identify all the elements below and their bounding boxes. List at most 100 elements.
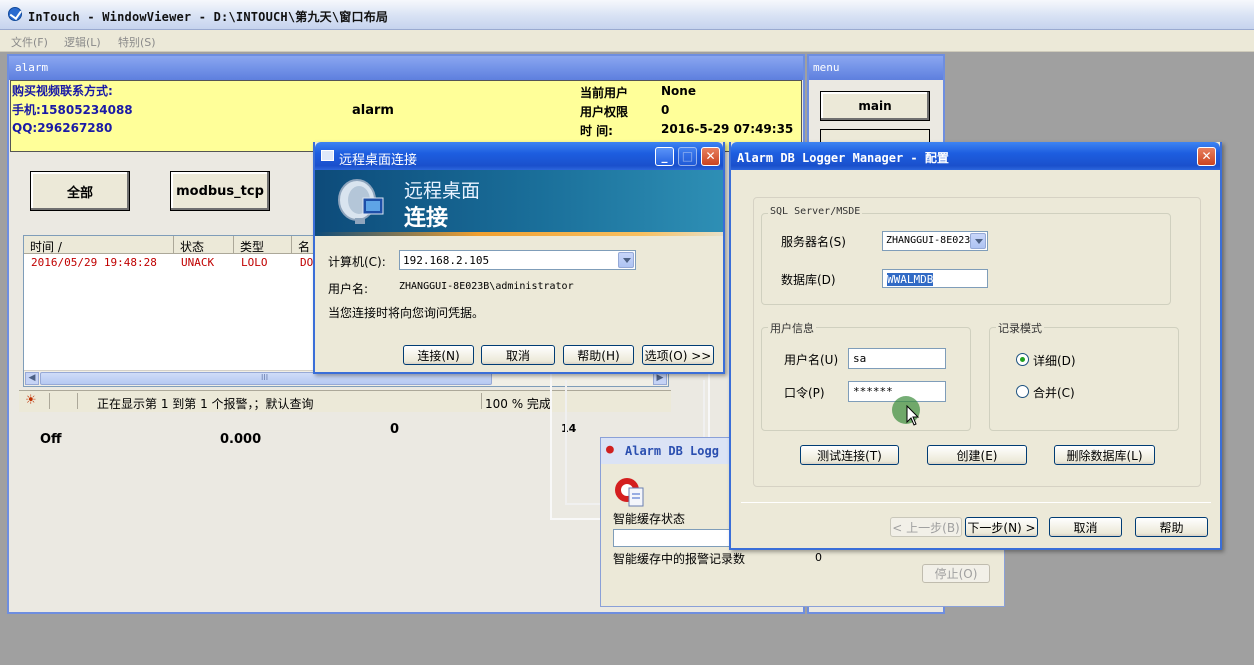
contact-qq: QQ:296267280 xyxy=(12,121,113,135)
menu-logic[interactable]: 逻辑(L) xyxy=(64,34,101,50)
current-user-value: None xyxy=(661,84,696,98)
user-permission-value: 0 xyxy=(661,103,670,117)
banner-line-2: 连接 xyxy=(404,206,449,231)
all-button[interactable]: 全部 xyxy=(30,171,130,211)
status-sep-2 xyxy=(77,393,78,409)
database-icon xyxy=(615,478,644,507)
remote-desktop-banner: 远程桌面 连接 xyxy=(315,170,723,236)
minimize-icon[interactable]: _ xyxy=(655,147,674,166)
maximize-icon: □ xyxy=(678,147,697,166)
col-time[interactable]: 时间 / xyxy=(24,236,174,254)
user-group-label: 用户信息 xyxy=(768,320,816,336)
cache-count-label: 智能缓存中的报警记录数 xyxy=(613,552,746,566)
contact-line-1: 购买视频联系方式: xyxy=(12,84,113,98)
col-type[interactable]: 类型 xyxy=(234,236,292,254)
username-label: 用户名: xyxy=(328,282,369,296)
status-text: 正在显示第 1 到第 1 个报警，；默认查询 xyxy=(97,397,314,411)
config-divider xyxy=(741,502,1211,503)
logger-app-icon: ● xyxy=(606,442,614,457)
chevron-down-icon[interactable] xyxy=(618,252,634,268)
mode-merge-radio[interactable] xyxy=(1016,385,1029,398)
alarm-center-label: alarm xyxy=(352,103,394,118)
modbus-tcp-button[interactable]: modbus_tcp xyxy=(170,171,270,211)
row-name[interactable]: DO xyxy=(300,256,313,269)
user-permission-label: 用户权限 xyxy=(580,105,629,119)
test-connection-button[interactable]: 测试连接(T) xyxy=(800,445,899,465)
value-off: Off xyxy=(40,432,62,447)
sql-group: SQL Server/MSDE xyxy=(761,206,1171,305)
col-state[interactable]: 状态 xyxy=(174,236,234,254)
time-label: 时 间: xyxy=(580,124,613,138)
menu-button-2[interactable] xyxy=(820,129,930,143)
main-button[interactable]: main xyxy=(820,91,930,121)
menu-bar: 文件(F) 逻辑(L) 特别(S) xyxy=(0,30,1254,52)
status-sep-3 xyxy=(481,393,482,409)
mode-group: 记录模式 xyxy=(989,320,1179,431)
rd-help-button[interactable]: 帮助(H) xyxy=(563,345,634,365)
options-button[interactable]: 选项(O) >> xyxy=(642,345,714,365)
row-state[interactable]: UNACK xyxy=(181,256,214,269)
mode-detail-radio[interactable] xyxy=(1016,353,1029,366)
mode-group-label: 记录模式 xyxy=(996,320,1044,336)
remote-desktop-dialog: 远程桌面连接 _ □ ✕ 远程桌面 连接 计算机(C): 192.168.2.1… xyxy=(313,142,725,374)
scroll-left-icon[interactable]: ◀ xyxy=(25,372,39,385)
server-chevron-icon[interactable] xyxy=(970,233,986,249)
status-sep-1 xyxy=(49,393,50,409)
computer-label: 计算机(C): xyxy=(328,255,386,269)
row-time[interactable]: 2016/05/29 19:48:28 xyxy=(31,256,157,269)
username-value: sa xyxy=(853,352,867,365)
database-value: WWALMDB xyxy=(887,273,934,286)
app-title-bar: InTouch - WindowViewer - D:\INTOUCH\第九天\… xyxy=(0,0,1254,30)
next-button[interactable]: 下一步(N) > xyxy=(965,517,1038,537)
value-zero-decimal: 0.000 xyxy=(220,432,262,447)
user-group: 用户信息 xyxy=(761,320,971,431)
password-value: ****** xyxy=(853,385,893,398)
current-user-label: 当前用户 xyxy=(580,86,629,100)
mode-detail-label[interactable]: 详细(D) xyxy=(1033,352,1076,369)
sql-group-label: SQL Server/MSDE xyxy=(768,206,863,217)
time-value: 2016-5-29 07:49:35 xyxy=(661,122,794,136)
alarm-window-title-bar[interactable]: alarm xyxy=(9,56,803,80)
delete-database-button[interactable]: 删除数据库(L) xyxy=(1054,445,1155,465)
config-title-bar[interactable]: Alarm DB Logger Manager - 配置 ✕ xyxy=(731,142,1220,170)
username-input[interactable]: sa xyxy=(848,348,946,369)
intouch-app-icon xyxy=(8,7,22,21)
config-dialog: Alarm DB Logger Manager - 配置 ✕ SQL Serve… xyxy=(729,142,1222,550)
connect-button[interactable]: 连接(N) xyxy=(403,345,474,365)
scroll-grip: III xyxy=(261,373,269,382)
server-combo[interactable]: ZHANGGUI-8E023 xyxy=(882,231,988,251)
cache-count-value: 0 xyxy=(815,551,822,564)
close-icon[interactable]: ✕ xyxy=(701,147,720,166)
computer-value: 192.168.2.105 xyxy=(403,254,490,267)
menu-window-title-bar[interactable]: menu xyxy=(809,56,943,80)
menu-special[interactable]: 特别(S) xyxy=(118,34,156,50)
mouse-cursor-icon xyxy=(906,405,920,426)
rd-cancel-button[interactable]: 取消 xyxy=(481,345,555,365)
mode-merge-label[interactable]: 合并(C) xyxy=(1033,384,1075,401)
alarm-sun-icon: ☀ xyxy=(25,393,37,408)
computer-combo[interactable]: 192.168.2.105 xyxy=(399,250,636,270)
remote-desktop-title: 远程桌面连接 xyxy=(339,153,418,168)
value-zero: 0 xyxy=(390,422,400,437)
status-progress: 100 % 完成 xyxy=(485,397,551,411)
app-title: InTouch - WindowViewer - D:\INTOUCH\第九天\… xyxy=(28,10,389,24)
create-button[interactable]: 创建(E) xyxy=(927,445,1027,465)
username-label: 用户名(U) xyxy=(784,353,839,367)
config-close-icon[interactable]: ✕ xyxy=(1197,147,1216,166)
password-label: 口令(P) xyxy=(784,386,825,400)
contact-phone: 手机:15805234088 xyxy=(12,103,133,117)
alarm-window-title: alarm xyxy=(15,61,49,74)
config-help-button[interactable]: 帮助 xyxy=(1135,517,1208,537)
stop-button: 停止(O) xyxy=(922,564,990,583)
row-type[interactable]: LOLO xyxy=(241,256,268,269)
satellite-dish-icon xyxy=(338,179,384,224)
remote-desktop-title-bar[interactable]: 远程桌面连接 _ □ ✕ xyxy=(315,142,723,170)
server-label: 服务器名(S) xyxy=(781,235,846,249)
database-label: 数据库(D) xyxy=(781,273,836,287)
menu-file[interactable]: 文件(F) xyxy=(11,34,48,50)
server-value: ZHANGGUI-8E023 xyxy=(886,235,971,246)
logger-title: Alarm DB Logg xyxy=(625,444,719,458)
database-input[interactable]: WWALMDB xyxy=(882,269,988,288)
username-value: ZHANGGUI-8E023B\administrator xyxy=(399,281,574,292)
config-cancel-button[interactable]: 取消 xyxy=(1049,517,1122,537)
